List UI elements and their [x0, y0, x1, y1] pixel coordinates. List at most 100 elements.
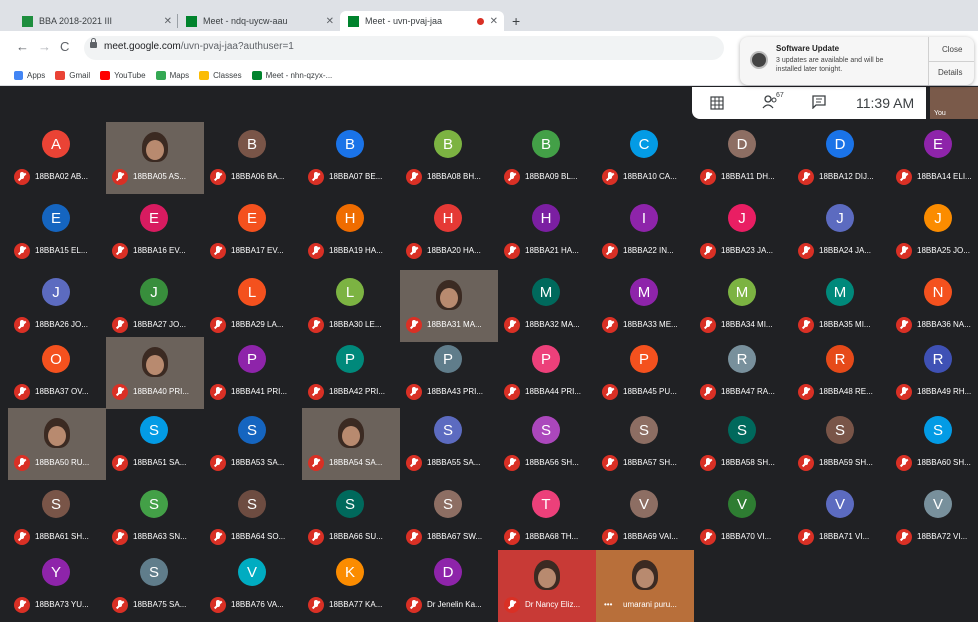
participant-tile[interactable]: P 18BBA44 PRI... [498, 337, 596, 409]
participant-tile[interactable]: B 18BBA09 BL... [498, 122, 596, 194]
participant-tile[interactable]: D Dr Jenelin Ka... [400, 550, 498, 622]
bookmark-meet[interactable]: Meet - nhn-qzyx-... [251, 70, 332, 80]
participant-tile[interactable]: S 18BBA64 SO... [204, 482, 302, 554]
participant-tile[interactable]: J 18BBA27 JO... [106, 270, 204, 342]
participant-tile[interactable]: P 18BBA41 PRI... [204, 337, 302, 409]
participant-tile[interactable]: R 18BBA48 RE... [792, 337, 890, 409]
mic-muted-icon [112, 317, 128, 333]
participant-tile[interactable]: H 18BBA20 HA... [400, 196, 498, 268]
self-view-tile[interactable]: You [930, 87, 978, 119]
participant-tile[interactable]: S 18BBA57 SH... [596, 408, 694, 480]
participant-avatar: S [434, 416, 462, 444]
participant-tile[interactable]: V 18BBA72 VI... [890, 482, 978, 554]
participant-tile[interactable]: M 18BBA32 MA... [498, 270, 596, 342]
reload-button[interactable]: C [60, 39, 69, 54]
participant-avatar: S [532, 416, 560, 444]
address-bar[interactable]: meet.google.com/uvn-pvaj-jaa?authuser=1 [84, 36, 724, 60]
notification-details-button[interactable]: Details [938, 68, 962, 77]
participant-tile[interactable]: P 18BBA42 PRI... [302, 337, 400, 409]
mic-muted-icon [210, 529, 226, 545]
participant-tile[interactable]: N 18BBA36 NA... [890, 270, 978, 342]
participant-tile[interactable]: R 18BBA47 RA... [694, 337, 792, 409]
participant-tile[interactable]: S 18BBA58 SH... [694, 408, 792, 480]
participant-tile[interactable]: S 18BBA53 SA... [204, 408, 302, 480]
participant-tile[interactable]: T 18BBA68 TH... [498, 482, 596, 554]
gmail-icon [55, 70, 66, 80]
mic-muted-icon [210, 384, 226, 400]
participant-tile[interactable]: V 18BBA76 VA... [204, 550, 302, 622]
participant-tile[interactable]: M 18BBA34 MI... [694, 270, 792, 342]
tab-classroom[interactable]: BBA 2018-2021 III ✕ [14, 11, 178, 31]
participant-tile[interactable]: S 18BBA56 SH... [498, 408, 596, 480]
close-icon[interactable]: ✕ [490, 16, 498, 27]
participant-tile[interactable]: K 18BBA77 KA... [302, 550, 400, 622]
participant-tile[interactable]: S 18BBA67 SW... [400, 482, 498, 554]
bookmark-maps[interactable]: Maps [155, 70, 189, 80]
participant-tile[interactable]: S 18BBA75 SA... [106, 550, 204, 622]
participant-video-tile[interactable]: Dr Nancy Eliz... [498, 550, 596, 622]
notification-close-button[interactable]: Close [942, 45, 962, 54]
participant-tile[interactable]: S 18BBA55 SA... [400, 408, 498, 480]
participant-video-tile[interactable]: ••• umarani puru... [596, 550, 694, 622]
tab-meet-ndq[interactable]: Meet - ndq-uycw-aau ✕ [178, 11, 340, 31]
participant-tile[interactable]: B 18BBA08 BH... [400, 122, 498, 194]
more-options-icon[interactable]: ••• [604, 600, 612, 609]
participant-tile[interactable]: M 18BBA33 ME... [596, 270, 694, 342]
participant-tile[interactable]: B 18BBA06 BA... [204, 122, 302, 194]
tile-layout-icon[interactable] [710, 96, 724, 110]
participant-tile[interactable]: R 18BBA49 RH... [890, 337, 978, 409]
participant-tile[interactable]: J 18BBA25 JO... [890, 196, 978, 268]
participant-tile[interactable]: J 18BBA26 JO... [8, 270, 106, 342]
participant-tile[interactable]: M 18BBA35 MI... [792, 270, 890, 342]
url-host: meet.google.com [104, 41, 181, 52]
participant-tile[interactable]: V 18BBA70 VI... [694, 482, 792, 554]
participant-tile[interactable]: D 18BBA11 DH... [694, 122, 792, 194]
participant-tile[interactable]: L 18BBA30 LE... [302, 270, 400, 342]
participant-tile[interactable]: J 18BBA24 JA... [792, 196, 890, 268]
new-tab-button[interactable]: + [512, 13, 520, 29]
participant-tile[interactable]: H 18BBA21 HA... [498, 196, 596, 268]
bookmark-gmail[interactable]: Gmail [55, 70, 90, 80]
participant-tile[interactable]: B 18BBA07 BE... [302, 122, 400, 194]
participant-tile[interactable]: O 18BBA37 OV... [8, 337, 106, 409]
participant-tile[interactable]: E 18BBA16 EV... [106, 196, 204, 268]
bookmark-apps[interactable]: Apps [14, 70, 45, 80]
chat-icon[interactable] [812, 95, 826, 109]
participant-video-tile[interactable]: 18BBA54 SA... [302, 408, 400, 480]
participant-tile[interactable]: L 18BBA29 LA... [204, 270, 302, 342]
participant-tile[interactable]: D 18BBA12 DIJ... [792, 122, 890, 194]
participant-tile[interactable]: E 18BBA15 EL... [8, 196, 106, 268]
participant-tile[interactable]: C 18BBA10 CA... [596, 122, 694, 194]
participant-tile[interactable]: S 18BBA59 SH... [792, 408, 890, 480]
participant-video-tile[interactable]: 18BBA31 MA... [400, 270, 498, 342]
participant-tile[interactable]: P 18BBA45 PU... [596, 337, 694, 409]
bookmark-youtube[interactable]: YouTube [100, 70, 146, 80]
forward-button[interactable]: → [38, 39, 51, 54]
back-button[interactable]: ← [16, 39, 29, 54]
participant-tile[interactable]: H 18BBA19 HA... [302, 196, 400, 268]
bookmark-classes[interactable]: Classes [199, 70, 242, 80]
participant-video-tile[interactable]: 18BBA05 AS... [106, 122, 204, 194]
participant-tile[interactable]: S 18BBA60 SH... [890, 408, 978, 480]
participant-tile[interactable]: P 18BBA43 PRI... [400, 337, 498, 409]
participant-tile[interactable]: V 18BBA69 VAI... [596, 482, 694, 554]
participant-tile[interactable]: E 18BBA17 EV... [204, 196, 302, 268]
close-icon[interactable]: ✕ [326, 16, 334, 27]
participant-tile[interactable]: E 18BBA14 ELI... [890, 122, 978, 194]
participant-tile[interactable]: S 18BBA61 SH... [8, 482, 106, 554]
participant-tile[interactable]: V 18BBA71 VI... [792, 482, 890, 554]
participant-name: 18BBA11 DH... [721, 172, 775, 181]
participant-tile[interactable]: A 18BBA02 AB... [8, 122, 106, 194]
participant-video-tile[interactable]: 18BBA40 PRI... [106, 337, 204, 409]
participant-avatar: S [336, 490, 364, 518]
participant-tile[interactable]: S 18BBA51 SA... [106, 408, 204, 480]
participant-tile[interactable]: S 18BBA66 SU... [302, 482, 400, 554]
close-icon[interactable]: ✕ [164, 16, 172, 27]
participant-tile[interactable]: J 18BBA23 JA... [694, 196, 792, 268]
tab-meet-uvn[interactable]: Meet - uvn-pvaj-jaa ✕ [340, 11, 504, 31]
participant-tile[interactable]: I 18BBA22 IN... [596, 196, 694, 268]
participant-video-tile[interactable]: 18BBA50 RU... [8, 408, 106, 480]
participant-tile[interactable]: Y 18BBA73 YU... [8, 550, 106, 622]
participant-tile[interactable]: S 18BBA63 SN... [106, 482, 204, 554]
participants-button[interactable]: 67 [762, 92, 784, 114]
